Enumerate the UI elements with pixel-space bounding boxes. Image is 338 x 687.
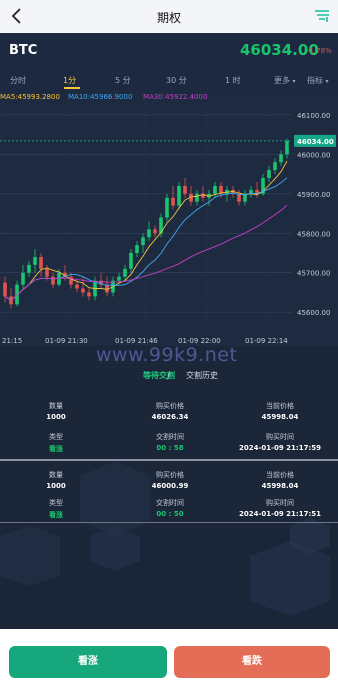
settle-time-label: 交割时间 [156, 499, 184, 507]
candle-body [147, 229, 151, 238]
buy-fall-button[interactable]: 看跌 [174, 646, 330, 678]
last-price-tag-label: 46034.00 [297, 138, 334, 146]
candle-body [51, 276, 55, 285]
watermark-text: www.99k9.net [96, 344, 238, 366]
tab-timeline[interactable]: 分时 [10, 75, 26, 86]
tab-settlement-history[interactable]: 交割历史 [186, 370, 218, 381]
ma5-label: MA5:45993.2800 [0, 93, 60, 101]
qty-label: 数量 [49, 402, 63, 410]
buy-price-label: 购买价格 [156, 471, 184, 479]
order-divider [0, 459, 338, 461]
buy-price-value: 46000.99 [151, 482, 189, 490]
order-card: 数量 1000 购买价格 46026.34 当前价格 45998.04 类型 看… [0, 396, 338, 458]
change-percent: -1.78% [307, 47, 332, 55]
order-divider [0, 522, 338, 523]
y-tick-label: 45600.00 [297, 309, 330, 317]
candle-body [33, 256, 37, 265]
buy-price-value: 46026.34 [151, 413, 189, 421]
countdown-value: 00 : 58 [156, 444, 184, 452]
candle-body [153, 229, 157, 234]
tab-more[interactable]: 更多 ▾ [274, 75, 296, 86]
kline-chart[interactable]: 46100.00 46000.00 45900.00 45800.00 45700.00… [0, 91, 338, 346]
buy-time-label: 购买时间 [266, 433, 294, 441]
candle-body [195, 193, 199, 202]
current-price-value: 45998.04 [261, 413, 299, 421]
current-price-label: 当前价格 [266, 402, 294, 410]
buy-rise-button[interactable]: 看涨 [9, 646, 167, 678]
order-card: 数量 1000 购买价格 46000.99 当前价格 45998.04 类型 看… [0, 465, 338, 527]
candle-body [141, 237, 145, 246]
candle-body [21, 272, 25, 285]
candle-body [129, 253, 133, 269]
countdown-value: 00 : 50 [156, 510, 184, 518]
symbol-label: BTC [9, 43, 38, 58]
ma30-line [4, 204, 288, 301]
buy-time-value: 2024-01-09 21:17:51 [238, 510, 322, 518]
candle-body [123, 268, 127, 277]
tab-divider: / [167, 372, 170, 381]
filter-menu-icon[interactable] [314, 8, 330, 24]
y-tick-label: 45700.00 [297, 270, 330, 278]
settle-time-label: 交割时间 [156, 433, 184, 441]
tab-more-label: 更多 [274, 76, 290, 85]
x-tick-label: 01-09 22:14 [245, 337, 288, 345]
buy-price-label: 购买价格 [156, 402, 184, 410]
tab-5min[interactable]: 5 分 [115, 75, 131, 86]
caret-down-icon: ▾ [325, 78, 329, 85]
candle-body [69, 276, 73, 285]
candle-body [183, 185, 187, 194]
candle-body [213, 185, 217, 194]
tab-1min[interactable]: 1分 [63, 75, 76, 86]
caret-down-icon: ▾ [292, 78, 296, 85]
candle-body [87, 292, 91, 297]
qty-label: 数量 [49, 471, 63, 479]
tab-1hour[interactable]: 1 时 [225, 75, 241, 86]
candle-body [279, 154, 283, 163]
ma30-label: MA30:45922.4000 [143, 93, 208, 101]
candle-body [27, 264, 31, 273]
candle-body [273, 162, 277, 171]
type-label: 类型 [49, 433, 63, 441]
x-tick-label: 21:15 [2, 337, 22, 345]
type-label: 类型 [49, 499, 63, 507]
type-value: 看涨 [49, 511, 63, 519]
y-tick-label: 45900.00 [297, 191, 330, 199]
tab-indicators-label: 指标 [307, 76, 323, 85]
candle-body [45, 268, 49, 277]
qty-value: 1000 [46, 413, 66, 421]
qty-value: 1000 [46, 482, 66, 490]
candle-body [135, 245, 139, 253]
type-value: 看涨 [49, 445, 63, 453]
tab-30min[interactable]: 30 分 [166, 75, 187, 86]
candle-body [3, 282, 7, 297]
y-tick-label: 45800.00 [297, 230, 330, 238]
page-title: 期权 [156, 11, 181, 25]
current-price-label: 当前价格 [266, 471, 294, 479]
x-tick-label: 01-09 21:30 [45, 337, 88, 345]
current-price-value: 45998.04 [261, 482, 299, 490]
ma10-label: MA10:45966.9000 [68, 93, 133, 101]
candle-body [165, 197, 169, 218]
candle-body [39, 256, 43, 269]
candle-body [177, 185, 181, 206]
candle-body [75, 284, 79, 289]
y-tick-label: 46100.00 [297, 112, 330, 120]
y-tick-label: 46000.00 [297, 151, 330, 159]
active-tab-underline [64, 87, 80, 89]
tab-indicators[interactable]: 指标 ▾ [307, 75, 329, 86]
candle-body [117, 276, 121, 281]
candle-body [285, 140, 289, 155]
buy-time-label: 购买时间 [266, 499, 294, 507]
candle-body [267, 170, 271, 178]
tab-pending-settlement[interactable]: 等待交割 [143, 370, 175, 381]
candle-body [171, 197, 175, 206]
candle-body [81, 288, 85, 293]
buy-time-value: 2024-01-09 21:17:59 [238, 444, 322, 452]
